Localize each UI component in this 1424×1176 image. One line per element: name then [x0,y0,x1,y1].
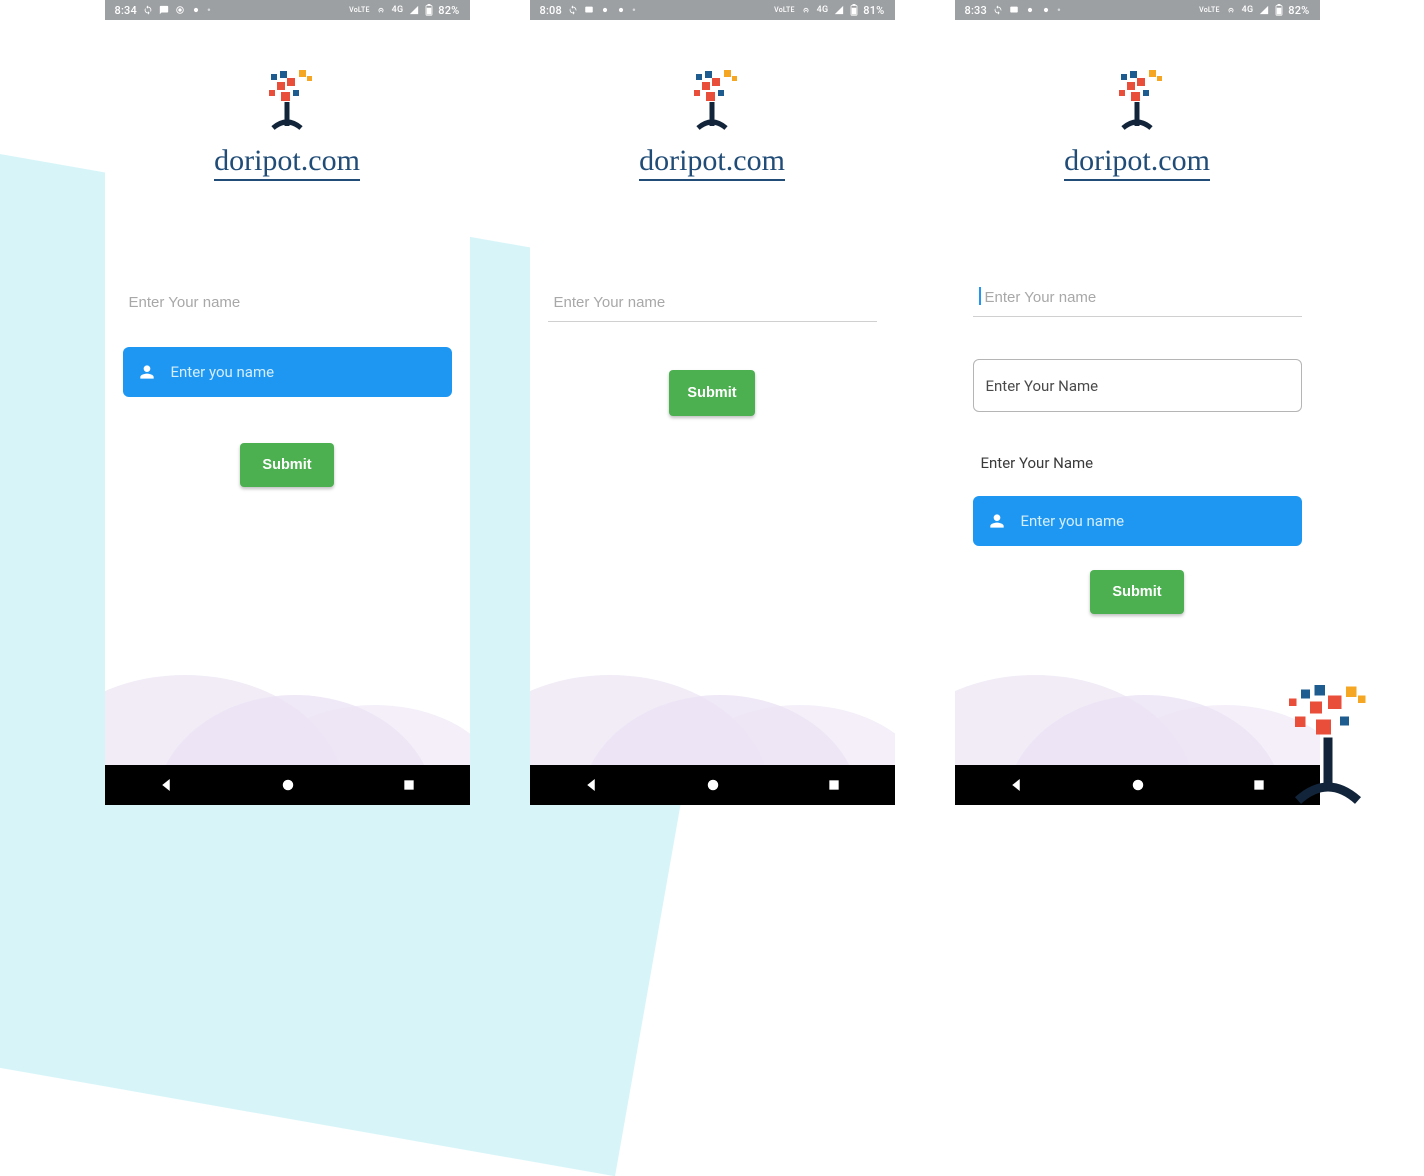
gear-icon [191,5,201,15]
message-icon [1009,5,1019,15]
status-net: 4G [1242,5,1254,15]
filled-name-input[interactable]: Enter you name [123,347,452,397]
filled-placeholder-text: Enter you name [1021,512,1125,530]
name-label: Enter Your Name [973,454,1302,472]
phone-screen-2: 8:08 • VoLTE 4G 81% [530,0,895,805]
target-icon [175,5,185,15]
nav-home-icon[interactable] [1129,776,1147,794]
name-input-outlined[interactable]: Enter Your Name [973,359,1302,412]
status-battery: 82% [1288,4,1309,17]
filled-placeholder-text: Enter you name [171,363,275,381]
hotspot-icon [800,5,812,15]
brand-tree-icon [247,68,327,142]
signal-icon [833,5,845,15]
nav-home-icon[interactable] [279,776,297,794]
brand-text: doripot.com [214,144,360,181]
outline-placeholder-text: Enter Your Name [986,377,1099,395]
android-nav-bar [955,765,1320,805]
status-dot: • [632,4,636,17]
status-net: 4G [817,5,829,15]
status-dot: • [207,4,211,17]
person-icon [137,362,157,382]
status-net: 4G [392,5,404,15]
android-nav-bar [105,765,470,805]
battery-icon [850,4,858,16]
brand-tree-icon [672,68,752,142]
page-brand-tree-icon [1268,681,1388,825]
status-dot: • [1057,4,1061,17]
nav-recent-icon[interactable] [1251,777,1267,793]
signal-icon [408,5,420,15]
sync-icon [568,5,578,15]
gear-icon [1025,5,1035,15]
battery-icon [1275,4,1283,16]
gear-icon [1041,5,1051,15]
filled-name-input[interactable]: Enter you name [973,496,1302,546]
android-nav-bar [530,765,895,805]
sync-icon [993,5,1003,15]
sync-icon [143,5,153,15]
status-lte: VoLTE [774,7,794,14]
submit-button[interactable]: Submit [669,370,754,416]
nav-recent-icon[interactable] [826,777,842,793]
phone-screen-1: 8:34 • VoLTE 4G 82% [105,0,470,805]
submit-button[interactable]: Submit [240,443,333,487]
phone-screen-3: 8:33 • VoLTE 4G 82% [955,0,1320,805]
signal-icon [1258,5,1270,15]
brand-text: doripot.com [1064,144,1210,181]
name-input-underline[interactable] [973,281,1302,317]
gear-icon [600,5,610,15]
nav-recent-icon[interactable] [401,777,417,793]
message-icon [159,5,169,15]
status-lte: VoLTE [1199,7,1219,14]
hotspot-icon [375,5,387,15]
hotspot-icon [1225,5,1237,15]
nav-back-icon[interactable] [582,776,600,794]
name-input[interactable] [123,286,452,321]
gear-icon [616,5,626,15]
nav-back-icon[interactable] [157,776,175,794]
battery-icon [425,4,433,16]
brand-tree-icon [1097,68,1177,142]
status-bar: 8:33 • VoLTE 4G 82% [955,0,1320,20]
name-input[interactable] [548,286,877,322]
status-bar: 8:34 • VoLTE 4G 82% [105,0,470,20]
brand-text: doripot.com [639,144,785,181]
person-icon [987,511,1007,531]
message-icon [584,5,594,15]
nav-home-icon[interactable] [704,776,722,794]
status-time: 8:34 [115,4,137,17]
status-time: 8:08 [540,4,562,17]
status-time: 8:33 [965,4,987,17]
nav-back-icon[interactable] [1007,776,1025,794]
status-bar: 8:08 • VoLTE 4G 81% [530,0,895,20]
status-lte: VoLTE [349,7,369,14]
status-battery: 81% [863,4,884,17]
submit-button[interactable]: Submit [1090,570,1183,614]
status-battery: 82% [438,4,459,17]
